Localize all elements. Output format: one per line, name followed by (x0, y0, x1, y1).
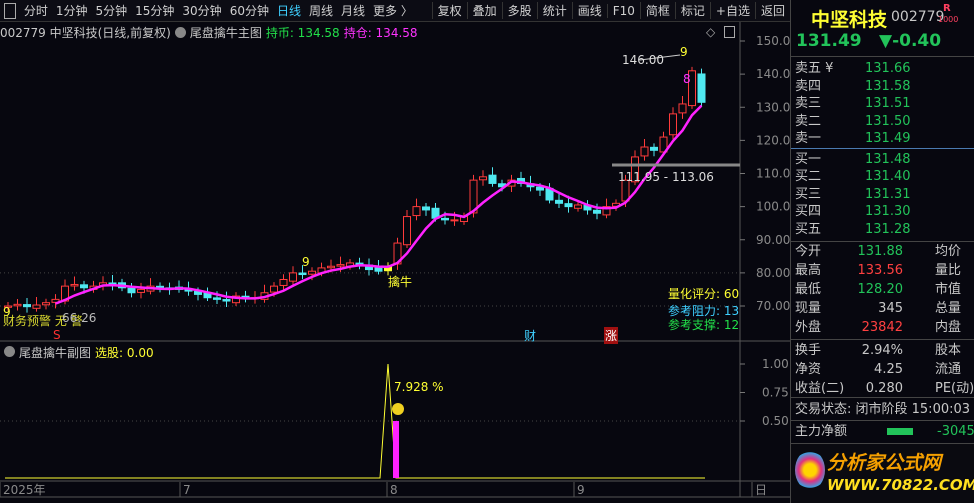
candle (289, 266, 297, 285)
sub-pick-value: 选股: 0.00 (95, 346, 154, 360)
time-tick: 8 (390, 483, 398, 497)
candle (222, 291, 231, 307)
candle (412, 198, 421, 221)
candle (488, 167, 497, 187)
annotation-high: 146.00 (622, 53, 664, 67)
sub-tick: 1.00 (762, 357, 789, 371)
candle (51, 294, 60, 309)
watermark-logo: 分析家公式网 WWW.70822.COM (791, 444, 974, 503)
time-tick: 7 (183, 483, 191, 497)
stat-row: 外盘 23842 内盘 (795, 320, 962, 335)
ask-row: 卖一 131.49 (795, 131, 911, 146)
annotation-support: 参考支撑: 12 (668, 318, 740, 332)
sub-indicator-name[interactable]: 尾盘擒牛副图 (19, 344, 91, 361)
candle (479, 170, 487, 186)
sub-tick: 0.75 (762, 386, 789, 400)
candle (99, 276, 107, 291)
candle (32, 297, 41, 312)
price-tick: 150.0 (756, 34, 790, 48)
bid-row: 买二 131.40 (795, 169, 911, 184)
time-tick: 9 (577, 483, 585, 497)
bid-row: 买四 131.30 (795, 204, 911, 219)
candle (583, 200, 592, 215)
stat2-row: 换手 2.94% 股本 (795, 343, 962, 358)
candle (697, 68, 706, 107)
sub-tick: 0.50 (762, 414, 789, 428)
candle (127, 282, 136, 298)
price-tick: 80.00 (756, 266, 790, 280)
candle (203, 287, 212, 302)
quote-panel: 中坚科技 002779 R 1000 131.49 ▼-0.40 卖五 ¥131… (790, 0, 974, 503)
candle (260, 284, 269, 303)
price-tick: 120.00 (756, 133, 790, 147)
candle (146, 278, 155, 295)
badge: R (943, 3, 951, 14)
price-tick: 70.00 (756, 299, 790, 313)
stock-code: 002779 (891, 9, 945, 25)
price-tick: 100.00 (756, 200, 790, 214)
annotation-low: 66.26 (62, 311, 97, 325)
candle (108, 275, 117, 291)
annotation-buy: 擒牛 (388, 275, 413, 289)
time-tick: 日 (755, 483, 767, 497)
annotation-eight: 8 (683, 72, 691, 86)
candle (70, 276, 79, 291)
annotation-score: 量化评分: 60 (668, 287, 740, 301)
price-tick: 90.00 (756, 233, 790, 247)
annotation-nine-top: 9 (680, 45, 688, 59)
signal-bar (393, 421, 399, 478)
sub-toggle-icon[interactable] (4, 346, 15, 357)
ask-row: 卖三 131.51 (795, 96, 911, 111)
price-tick: 130.00 (756, 100, 790, 114)
price-tick: 140.00 (756, 67, 790, 81)
candle (13, 299, 22, 311)
stat-row: 今开 131.88 均价 (795, 244, 962, 259)
badge-sub: 1000 (938, 15, 959, 24)
candle (137, 282, 145, 299)
rise-marker[interactable]: 涨 (604, 327, 619, 344)
candle (241, 290, 250, 303)
candle (355, 257, 364, 270)
ask-row: 卖四 131.58 (795, 78, 911, 94)
annotation-s-mark: S (53, 328, 61, 342)
signal-percent: 7.928 % (394, 380, 444, 394)
ask-row: 卖五 ¥131.66 (795, 61, 911, 76)
stock-name: 中坚科技 (811, 9, 888, 31)
price-change: ▼-0.40 (879, 31, 942, 51)
sub-info-bar: 尾盘擒牛副图 选股: 0.00 (4, 344, 154, 361)
annotation-range: 111.95 - 113.06 (618, 170, 714, 184)
smiley-icon (392, 403, 404, 415)
finance-marker[interactable]: 财 (524, 327, 536, 344)
candle (650, 143, 658, 157)
candle (23, 297, 31, 313)
stat2-row: 净资 4.25 流通 (795, 362, 962, 377)
candle (42, 298, 50, 310)
price-chart[interactable]: 150.0 140.00 130.00 120.00 110.00 100.00 90.00… (0, 0, 790, 503)
stat-row: 现量 345 总量 (795, 301, 962, 316)
price-tick: 110.00 (756, 167, 790, 181)
bid-row: 买三 131.31 (795, 186, 911, 202)
trade-status: 交易状态: 闭市阶段 15:00:03 (795, 402, 971, 417)
flow-bar (887, 428, 913, 435)
ask-row: 卖二 131.50 (795, 113, 911, 129)
candle (403, 209, 411, 249)
candle (678, 95, 687, 119)
bid-row: 买五 131.28 (795, 221, 911, 237)
main-flow-row: 主力净额 -3045 (795, 424, 974, 439)
candle (555, 193, 563, 208)
flower-logo-icon (795, 450, 825, 490)
candle (669, 107, 677, 140)
time-tick: 2025年 (3, 483, 46, 497)
candle (517, 171, 525, 187)
bid-row: 买一 131.48 (795, 151, 911, 167)
annotation-nine-mid: 9 (302, 255, 310, 269)
candle (175, 280, 183, 293)
candle (640, 139, 649, 161)
last-price: 131.49 (796, 31, 862, 51)
stat-row: 最高 133.56 量比 (795, 263, 962, 278)
stat-row: 最低 128.20 市值 (795, 282, 962, 297)
stat2-row: 收益(二) 0.280 PE(动) (795, 381, 974, 396)
candle (422, 202, 430, 216)
